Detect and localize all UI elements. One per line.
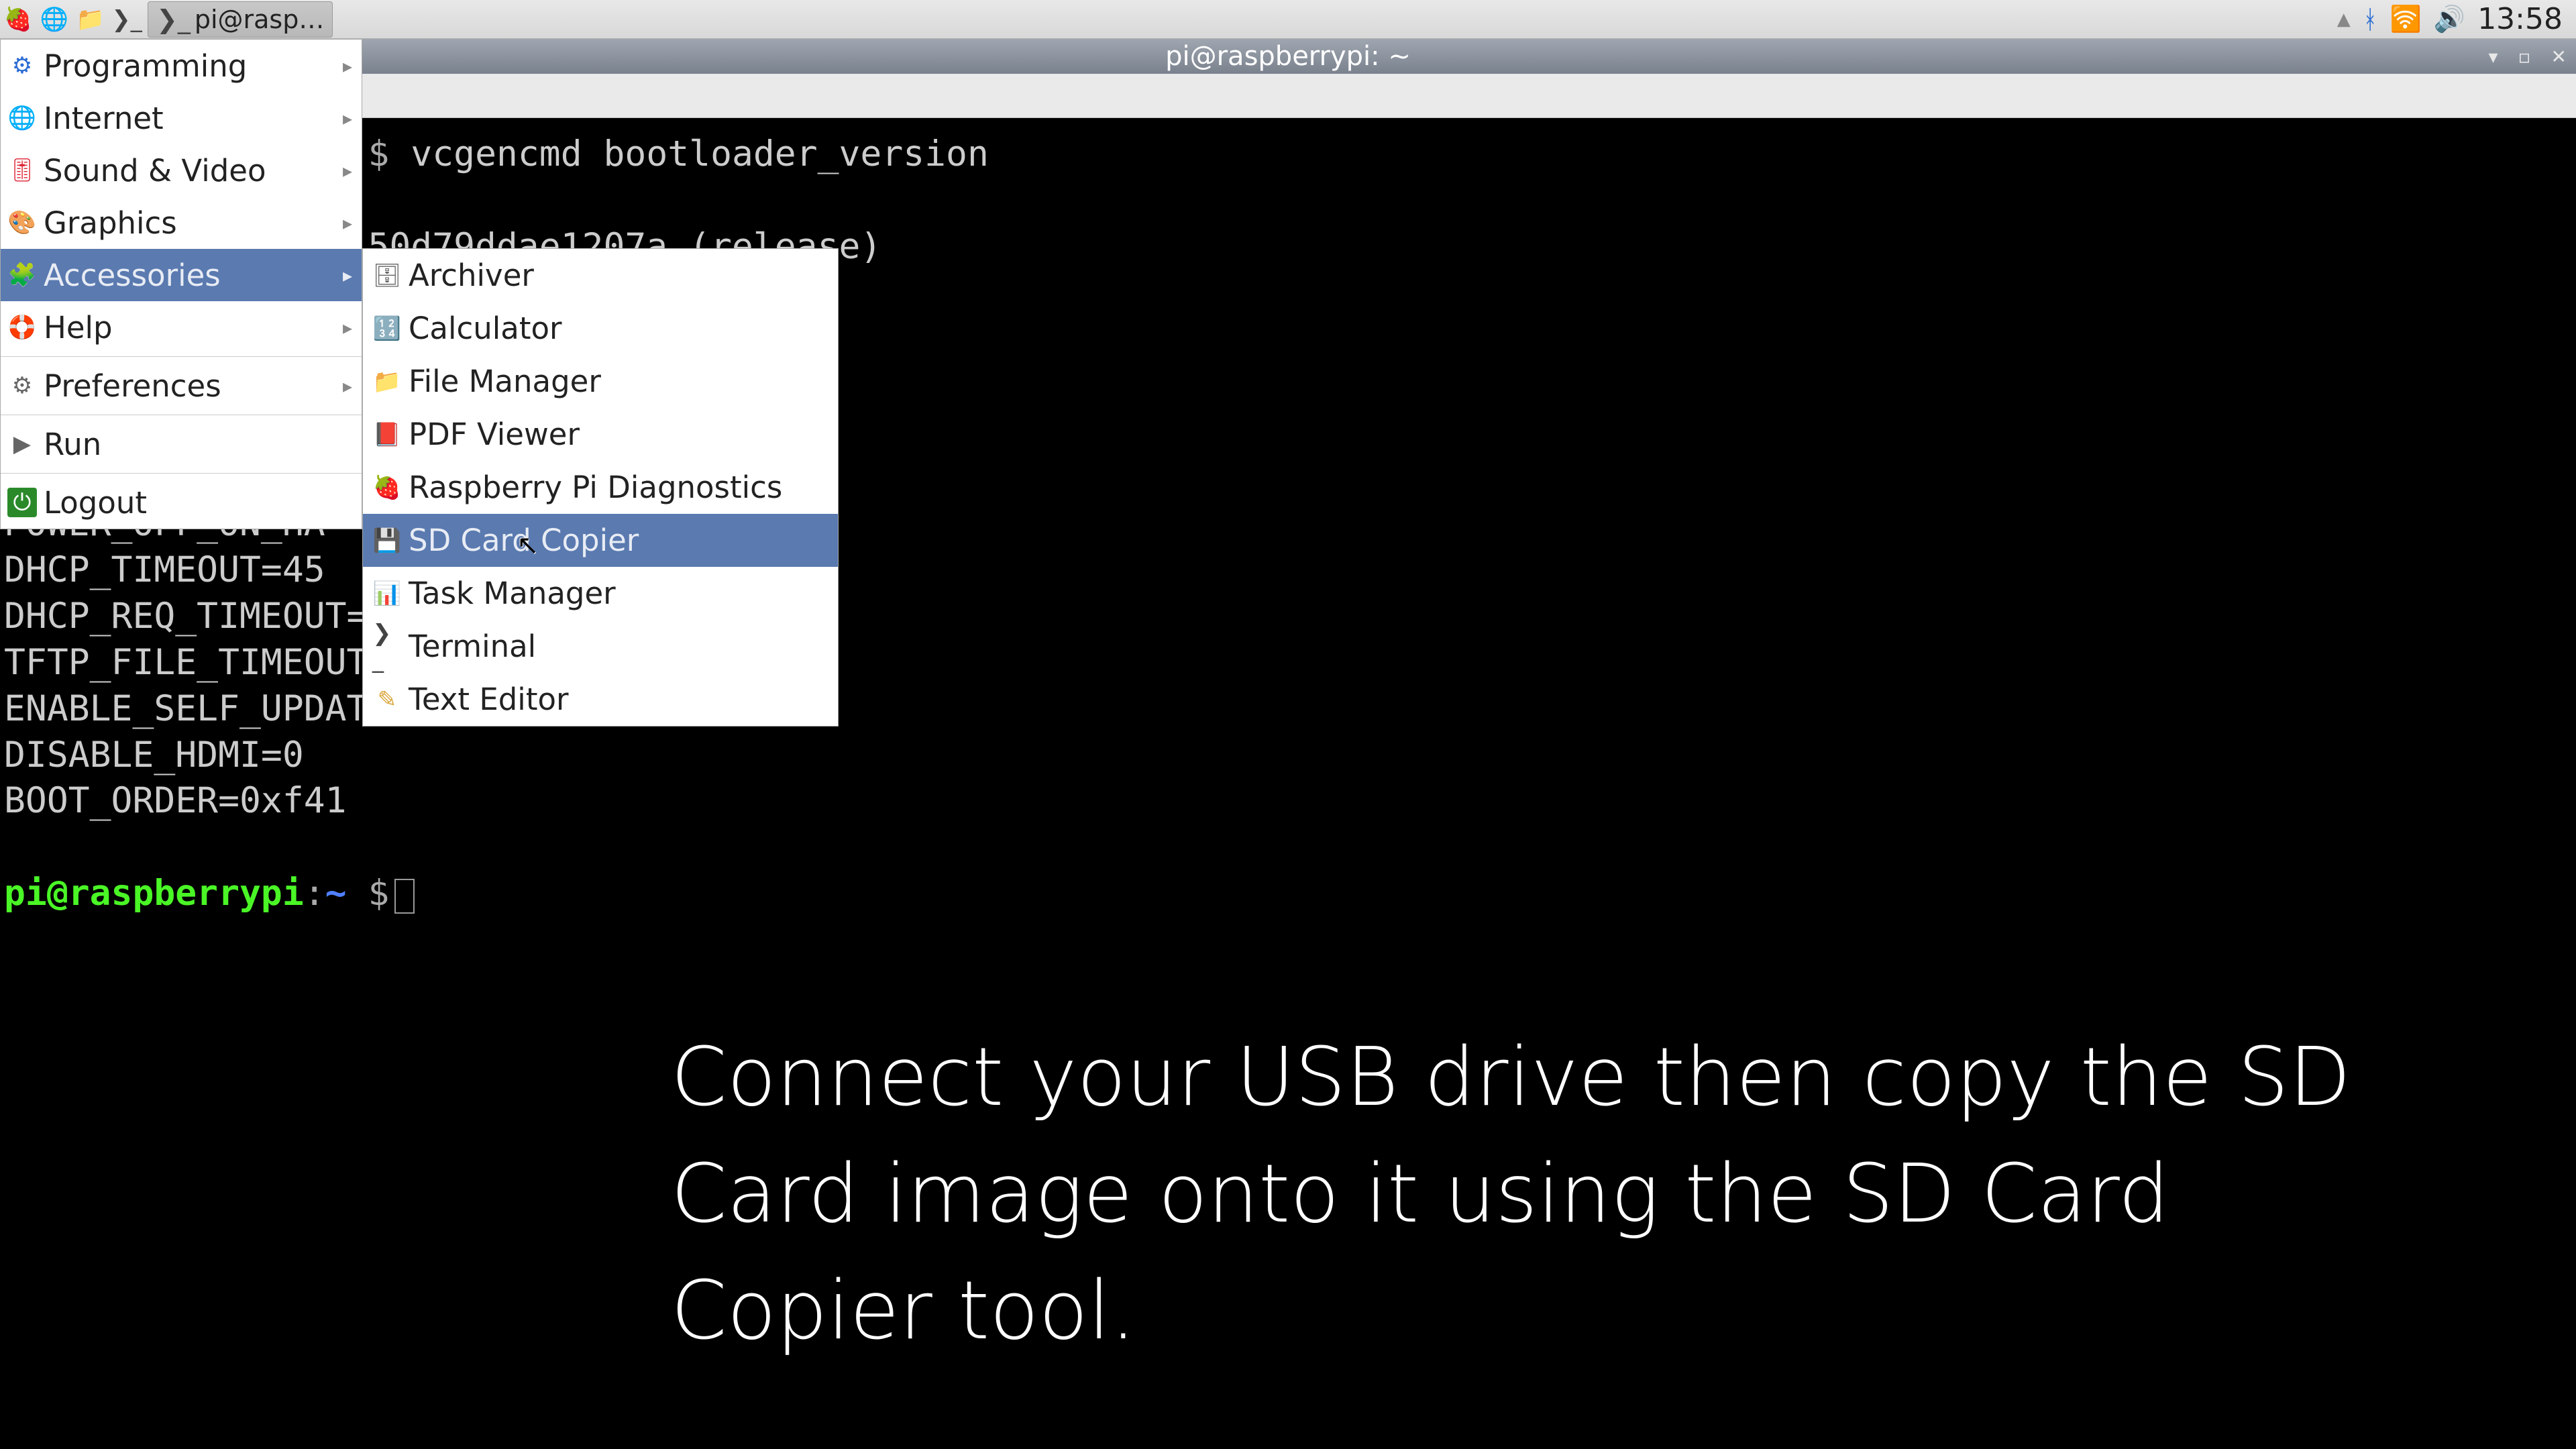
- menu-separator: [1, 356, 362, 357]
- archiver-icon: 🗄: [372, 261, 402, 290]
- graphics-icon: 🎨: [7, 208, 37, 237]
- taskbar-app-title: pi@rasp…: [195, 5, 325, 34]
- submenu-text-editor[interactable]: ✎ Text Editor: [363, 673, 838, 726]
- clock[interactable]: 13:58: [2477, 2, 2563, 36]
- submenu-task-manager[interactable]: 📊 Task Manager: [363, 567, 838, 620]
- programming-icon: ⚙: [7, 51, 37, 80]
- rpi-diagnostics-icon: 🍓: [372, 473, 402, 502]
- submenu-terminal[interactable]: ❯_ Terminal: [363, 620, 838, 673]
- window-title: pi@raspberrypi: ~: [1165, 41, 1411, 72]
- terminal-launcher-icon[interactable]: ❯_: [109, 1, 145, 38]
- eject-icon[interactable]: ▲: [2337, 9, 2351, 30]
- minimize-button[interactable]: ▾: [2488, 46, 2498, 68]
- submenu-arrow-icon: ▸: [343, 55, 352, 77]
- submenu-label: Text Editor: [409, 682, 569, 717]
- calculator-icon: 🔢: [372, 314, 402, 343]
- submenu-label: File Manager: [409, 364, 601, 399]
- task-manager-icon: 📊: [372, 579, 402, 608]
- terminal-icon: ❯_: [372, 632, 402, 661]
- internet-icon: 🌐: [7, 103, 37, 133]
- instruction-overlay: Connect your USB drive then copy the SD …: [671, 1020, 2442, 1370]
- prompt-dollar: $: [368, 133, 390, 174]
- close-button[interactable]: ✕: [2551, 46, 2567, 68]
- submenu-arrow-icon: ▸: [343, 264, 352, 286]
- menu-label: Programming: [44, 48, 247, 84]
- browser-launcher-icon[interactable]: 🌐: [36, 1, 72, 38]
- sd-card-copier-icon: 💾: [372, 526, 402, 555]
- submenu-archiver[interactable]: 🗄 Archiver: [363, 249, 838, 302]
- bluetooth-icon[interactable]: ᚼ: [2363, 5, 2378, 34]
- submenu-arrow-icon: ▸: [343, 317, 352, 339]
- terminal-small-icon: ❯_: [156, 5, 191, 34]
- menu-label: Help: [44, 310, 113, 345]
- menu-help[interactable]: 🛟 Help ▸: [1, 301, 362, 354]
- terminal-menubar: File Edit Tabs Help: [0, 74, 2576, 118]
- file-manager-icon: 📁: [372, 367, 402, 396]
- menu-label: Logout: [44, 485, 147, 521]
- submenu-calculator[interactable]: 🔢 Calculator: [363, 302, 838, 355]
- preferences-icon: ⚙: [7, 371, 37, 400]
- menu-preferences[interactable]: ⚙ Preferences ▸: [1, 360, 362, 412]
- submenu-label: Terminal: [409, 629, 536, 664]
- submenu-arrow-icon: ▸: [343, 375, 352, 397]
- menu-accessories[interactable]: 🧩 Accessories ▸: [1, 249, 362, 301]
- window-controls: ▾ ▫ ✕: [2488, 39, 2567, 74]
- taskbar-app-terminal[interactable]: ❯_ pi@rasp…: [148, 1, 333, 38]
- submenu-arrow-icon: ▸: [343, 160, 352, 182]
- submenu-label: Archiver: [409, 258, 534, 293]
- accessories-submenu: 🗄 Archiver 🔢 Calculator 📁 File Manager 📕…: [362, 248, 839, 727]
- accessories-icon: 🧩: [7, 260, 37, 290]
- terminal-line: DHCP_TIMEOUT=45: [4, 549, 325, 590]
- menu-label: Run: [44, 427, 101, 462]
- terminal-line: DISABLE_HDMI=0: [4, 735, 304, 775]
- start-menu: ⚙ Programming ▸ 🌐 Internet ▸ 🎚 Sound & V…: [0, 39, 362, 529]
- menu-separator: [1, 473, 362, 474]
- terminal-line: BOOT_ORDER=0xf41: [4, 780, 347, 821]
- menu-label: Graphics: [44, 205, 177, 241]
- menu-sound-video[interactable]: 🎚 Sound & Video ▸: [1, 144, 362, 197]
- menu-label: Sound & Video: [44, 153, 266, 189]
- window-titlebar[interactable]: pi@raspberrypi: ~ ▾ ▫ ✕: [0, 39, 2576, 74]
- submenu-arrow-icon: ▸: [343, 212, 352, 234]
- taskbar-left: 🍓 🌐 📁 ❯_ ❯_ pi@rasp…: [0, 0, 333, 38]
- submenu-pdf-viewer[interactable]: 📕 PDF Viewer: [363, 408, 838, 461]
- menu-label: Preferences: [44, 368, 221, 404]
- prompt-path: ~: [325, 873, 347, 914]
- run-icon: ▶: [7, 429, 37, 459]
- taskbar-right: ▲ ᚼ 🛜 🔊 13:58: [2337, 2, 2576, 36]
- volume-icon[interactable]: 🔊: [2434, 4, 2465, 34]
- menu-run[interactable]: ▶ Run: [1, 418, 362, 470]
- text-editor-icon: ✎: [372, 685, 402, 714]
- menu-logout[interactable]: ⏻ Logout: [1, 476, 362, 529]
- submenu-label: PDF Viewer: [409, 417, 580, 452]
- menu-label: Internet: [44, 101, 164, 136]
- terminal-command: vcgencmd bootloader_version: [411, 133, 989, 174]
- submenu-label: Calculator: [409, 311, 562, 346]
- sound-video-icon: 🎚: [7, 156, 37, 185]
- prompt-user: pi@raspberrypi: [4, 873, 304, 914]
- submenu-label: Raspberry Pi Diagnostics: [409, 470, 782, 505]
- logout-icon: ⏻: [7, 488, 37, 517]
- wifi-icon[interactable]: 🛜: [2390, 4, 2422, 34]
- help-icon: 🛟: [7, 313, 37, 342]
- start-menu-button[interactable]: 🍓: [0, 1, 36, 38]
- menu-programming[interactable]: ⚙ Programming ▸: [1, 40, 362, 92]
- taskbar: 🍓 🌐 📁 ❯_ ❯_ pi@rasp… ▲ ᚼ 🛜 🔊 13:58: [0, 0, 2576, 39]
- menu-internet[interactable]: 🌐 Internet ▸: [1, 92, 362, 144]
- submenu-arrow-icon: ▸: [343, 107, 352, 129]
- terminal-cursor: [394, 879, 415, 914]
- submenu-file-manager[interactable]: 📁 File Manager: [363, 355, 838, 408]
- menu-label: Accessories: [44, 258, 221, 293]
- maximize-button[interactable]: ▫: [2518, 46, 2531, 68]
- submenu-sd-card-copier[interactable]: 💾 SD Card Copier: [363, 514, 838, 567]
- mouse-cursor-icon: ↖: [517, 530, 539, 561]
- submenu-rpi-diagnostics[interactable]: 🍓 Raspberry Pi Diagnostics: [363, 461, 838, 514]
- prompt-dollar: $: [368, 873, 390, 914]
- submenu-label: Task Manager: [409, 576, 616, 611]
- pdf-viewer-icon: 📕: [372, 420, 402, 449]
- file-manager-launcher-icon[interactable]: 📁: [72, 1, 109, 38]
- menu-graphics[interactable]: 🎨 Graphics ▸: [1, 197, 362, 249]
